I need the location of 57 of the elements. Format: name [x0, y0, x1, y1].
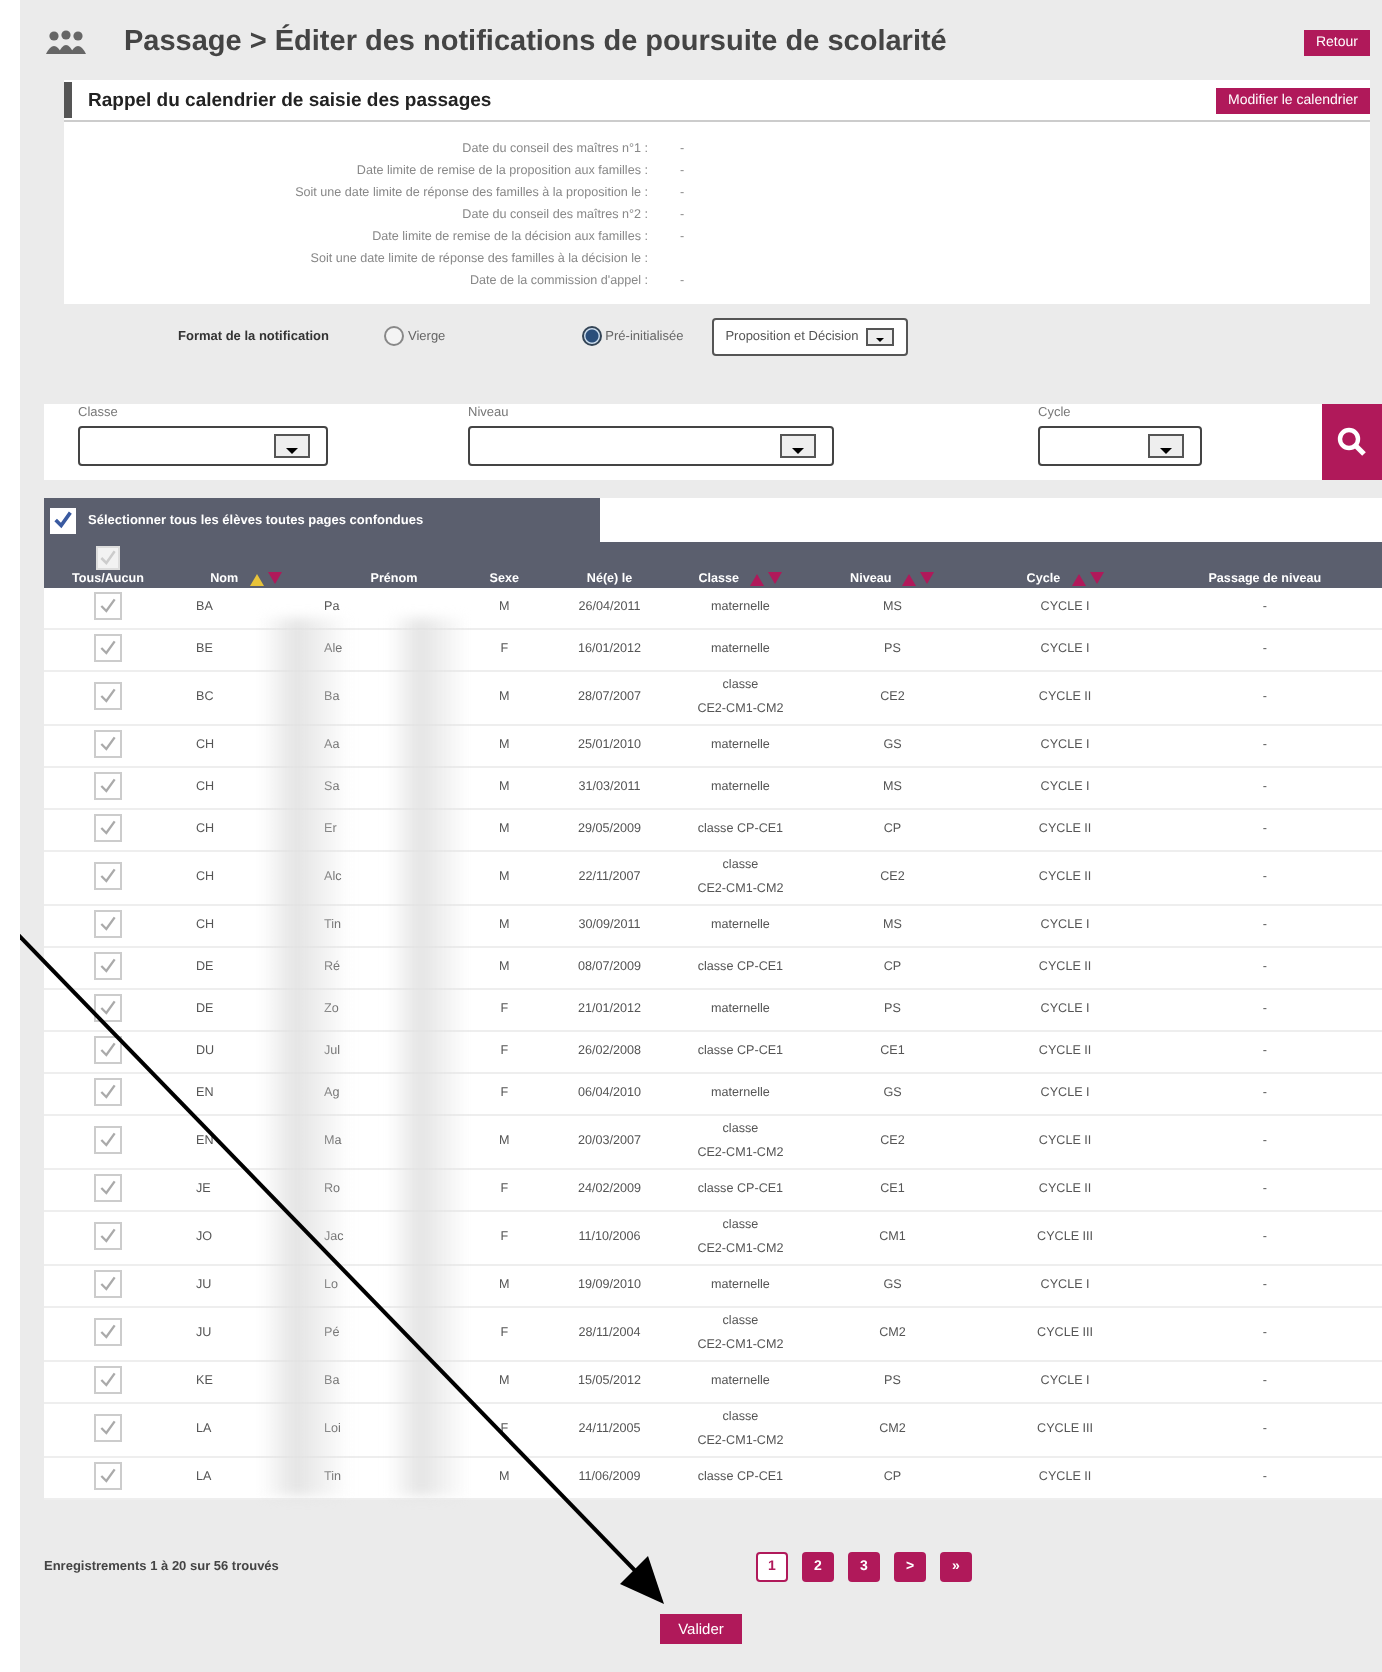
- sort-icon[interactable]: [249, 571, 282, 586]
- checkmark-icon: [98, 1417, 118, 1437]
- checkmark-icon: [98, 775, 118, 795]
- row-checkbox[interactable]: [94, 861, 122, 889]
- row-checkbox[interactable]: [94, 633, 122, 661]
- checkmark-icon: [98, 865, 118, 885]
- row-checkbox[interactable]: [94, 1461, 122, 1489]
- row-checkbox[interactable]: [94, 951, 122, 979]
- header-checkbox[interactable]: [96, 546, 120, 570]
- row-checkbox[interactable]: [94, 1413, 122, 1441]
- checkmark-icon: [98, 997, 118, 1017]
- page-title: Passage > Éditer des notifications de poursuite de scolarité: [124, 26, 949, 58]
- search-icon: [1336, 426, 1368, 458]
- row-checkbox[interactable]: [94, 1221, 122, 1249]
- filter-dropdown[interactable]: [1038, 426, 1202, 466]
- row-checkbox[interactable]: [94, 1269, 122, 1297]
- checkmark-icon: [98, 955, 118, 975]
- checkmark-icon: [98, 1321, 118, 1341]
- row-checkbox[interactable]: [94, 591, 122, 619]
- row-checkbox[interactable]: [94, 993, 122, 1021]
- select-all-checkbox[interactable]: [50, 507, 76, 533]
- dropdown-icon: [274, 434, 310, 458]
- row-checkbox[interactable]: [94, 1365, 122, 1393]
- checkmark-icon: [98, 1273, 118, 1293]
- checkmark-icon: [98, 1369, 118, 1389]
- checkmark-icon: [52, 508, 74, 532]
- row-checkbox[interactable]: [94, 681, 122, 709]
- row-checkbox[interactable]: [94, 1035, 122, 1063]
- checkmark-icon: [98, 637, 118, 657]
- checkmark-icon: [98, 1225, 118, 1245]
- dropdown-icon: [780, 434, 816, 458]
- checkmark-icon: [98, 548, 118, 568]
- checkmark-icon: [98, 817, 118, 837]
- checkmark-icon: [98, 1081, 118, 1101]
- checkmark-icon: [98, 1465, 118, 1485]
- row-checkbox[interactable]: [94, 813, 122, 841]
- row-checkbox[interactable]: [94, 1077, 122, 1105]
- search-button[interactable]: [1322, 404, 1382, 480]
- filter-dropdown[interactable]: [78, 426, 328, 466]
- checkmark-icon: [98, 1039, 118, 1059]
- people-icon: [44, 30, 88, 54]
- row-checkbox[interactable]: [94, 771, 122, 799]
- row-checkbox[interactable]: [94, 1317, 122, 1345]
- checkmark-icon: [98, 913, 118, 933]
- section-title: Rappel du calendrier de saisie des passages: [88, 89, 494, 111]
- checkmark-icon: [98, 595, 118, 615]
- checkmark-icon: [98, 685, 118, 705]
- row-checkbox[interactable]: [94, 1125, 122, 1153]
- row-checkbox[interactable]: [94, 1173, 122, 1201]
- dropdown-icon: [866, 327, 895, 345]
- row-checkbox[interactable]: [94, 909, 122, 937]
- filter-dropdown[interactable]: [468, 426, 834, 466]
- checkmark-icon: [98, 733, 118, 753]
- row-checkbox[interactable]: [94, 729, 122, 757]
- checkmark-icon: [98, 1129, 118, 1149]
- checkmark-icon: [98, 1177, 118, 1197]
- dropdown-icon: [1148, 434, 1184, 458]
